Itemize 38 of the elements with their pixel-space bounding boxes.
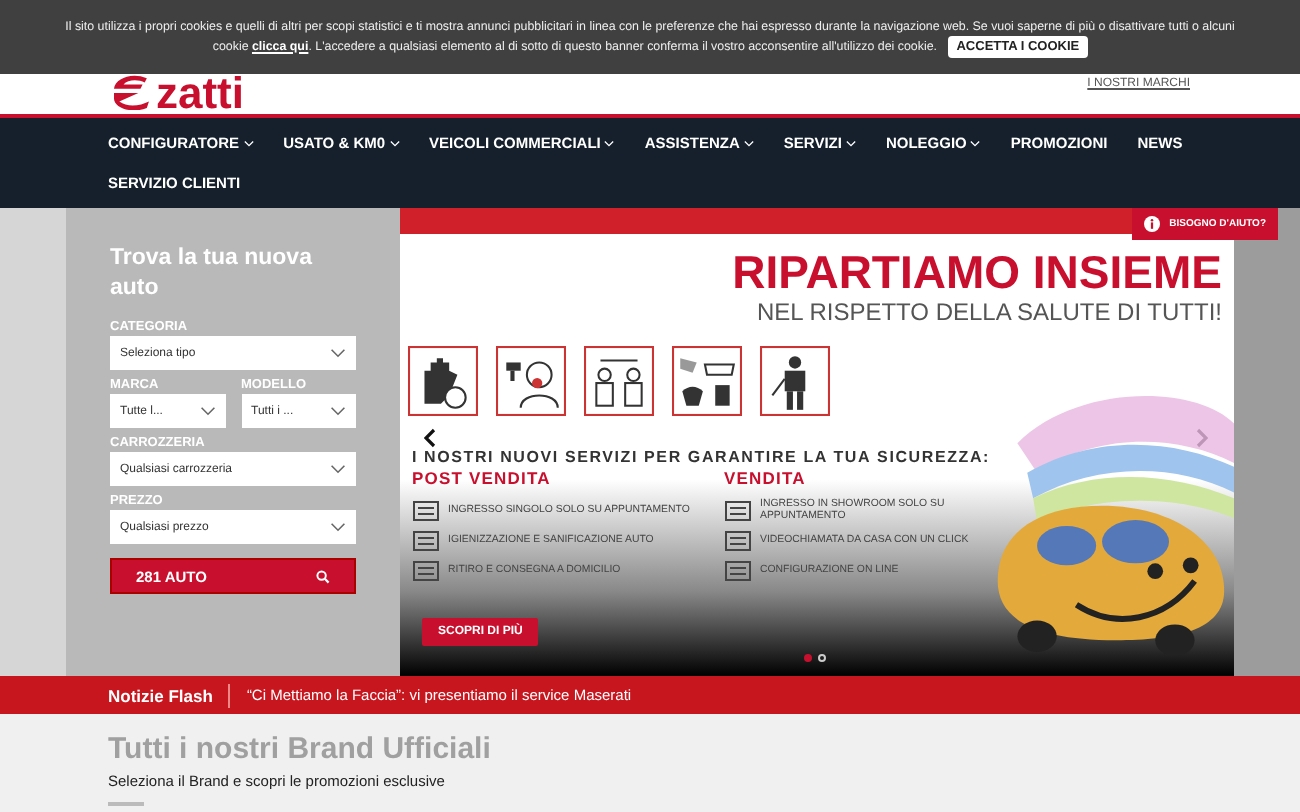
info-icon xyxy=(1143,216,1160,232)
caret-icon xyxy=(604,139,615,148)
chevron-down-icon xyxy=(199,406,215,416)
banner-subtitle: NEL RISPETTO DELLA SALUTE DI TUTTI! xyxy=(754,298,1222,326)
protective-gear-icon xyxy=(672,346,742,416)
service-icon xyxy=(724,497,752,521)
column-heading: POST VENDITA xyxy=(412,468,553,488)
previous-slide-button[interactable] xyxy=(424,428,440,448)
brands-title: Tutti i nostri Brand Ufficiali xyxy=(108,732,493,768)
service-icon xyxy=(724,527,752,551)
worker-sprayer-icon xyxy=(760,346,830,416)
service-icon xyxy=(412,527,440,551)
service-icon xyxy=(412,557,440,581)
chevron-down-icon xyxy=(330,348,346,358)
logo-text: zatti xyxy=(156,76,244,110)
chevron-left-icon xyxy=(424,428,436,448)
caret-icon xyxy=(389,139,400,148)
services-heading: I NOSTRI NUOVI SERVIZI PER GARANTIRE LA TUA SICUREZZA: xyxy=(412,448,992,466)
service-icon xyxy=(412,497,440,521)
distancing-people-icon xyxy=(584,346,654,416)
chevron-down-icon xyxy=(330,464,346,474)
search-icon xyxy=(316,569,330,583)
column-heading: VENDITA xyxy=(724,468,808,488)
chevron-down-icon xyxy=(330,522,346,532)
search-title: Trova la tua nuova auto xyxy=(110,244,314,304)
caret-icon xyxy=(845,139,856,148)
thermometer-person-icon xyxy=(496,346,566,416)
banner-headline: RIPARTIAMO INSIEME xyxy=(730,246,1222,298)
caret-icon xyxy=(970,139,981,148)
logo-swoosh-icon xyxy=(110,74,154,110)
news-flash-label: Notizie Flash xyxy=(108,683,231,707)
hand-stop-icon xyxy=(408,346,478,416)
carousel-dot[interactable] xyxy=(804,654,812,662)
logo[interactable]: zatti xyxy=(110,74,244,114)
service-icon xyxy=(724,557,752,581)
chevron-down-icon xyxy=(330,406,346,416)
caret-icon xyxy=(243,139,254,148)
caret-icon xyxy=(743,139,754,148)
